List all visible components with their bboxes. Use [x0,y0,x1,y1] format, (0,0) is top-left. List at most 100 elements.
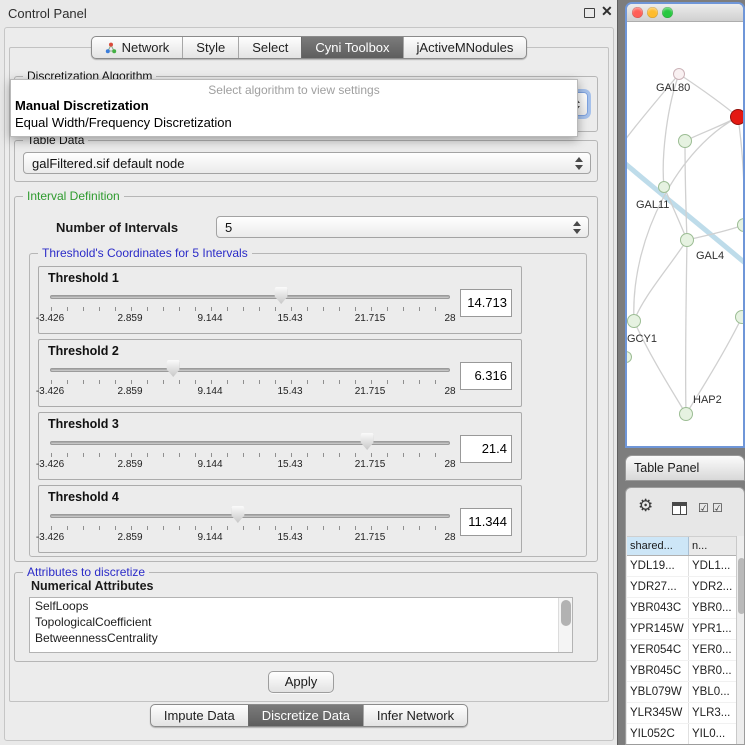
slider-thumb[interactable] [275,287,288,304]
list-item[interactable]: SelfLoops [30,598,572,614]
network-node[interactable] [679,407,693,421]
table-row[interactable]: YDR27...YDR2... [627,577,736,598]
combo-stepper-icon [572,157,586,170]
column-header-name[interactable]: n... [689,537,736,555]
slider-track[interactable] [50,514,450,518]
network-node[interactable] [627,314,641,328]
threshold-slider[interactable]: -3.4262.8599.14415.4321.71528 [48,432,452,474]
table-panel-titlebar[interactable]: Table Panel [625,455,745,481]
slider-track[interactable] [50,368,450,372]
select-all-checkbox-icon[interactable]: ☑ [698,501,709,515]
close-light-icon[interactable] [632,7,643,18]
attributes-scrollbar[interactable] [558,598,572,652]
combo-stepper-icon [570,221,584,234]
threshold-label: Threshold 3 [48,417,512,431]
table-row[interactable]: YBR043CYBR0... [627,598,736,619]
dropdown-placeholder: Select algorithm to view settings [11,80,577,97]
threshold-slider[interactable]: -3.4262.8599.14415.4321.71528 [48,359,452,401]
tab-select[interactable]: Select [238,37,301,58]
threshold-value-field[interactable]: 14.713 [460,289,512,317]
table-header-row: shared... n... [627,536,736,556]
network-node[interactable] [735,310,743,324]
network-node[interactable] [730,109,743,125]
tab-impute-data[interactable]: Impute Data [151,705,248,726]
list-item[interactable]: BetweennessCentrality [30,630,572,646]
zoom-light-icon[interactable] [662,7,673,18]
table-browser-window: ⚙ ☑ ☑ shared... n... YDL19...YDL1...YDR2… [625,487,745,745]
slider-track[interactable] [50,441,450,445]
list-item[interactable]: TopologicalCoefficient [30,614,572,630]
network-node-label: HAP2 [693,394,722,406]
network-node[interactable] [658,181,670,193]
slider-thumb[interactable] [167,360,180,377]
tab-cyni-toolbox[interactable]: Cyni Toolbox [301,37,402,58]
threshold-label: Threshold 4 [48,490,512,504]
close-window-icon[interactable]: ✕ [601,3,613,20]
table-row[interactable]: YDL19...YDL1... [627,556,736,577]
apply-button[interactable]: Apply [268,671,334,693]
tab-label: Discretize Data [262,708,350,723]
network-window-titlebar[interactable] [627,4,743,22]
algorithm-dropdown-popup: Select algorithm to view settings Manual… [10,79,578,137]
tab-discretize-data[interactable]: Discretize Data [248,705,363,726]
table-row[interactable]: YBL079WYBL0... [627,682,736,703]
network-canvas[interactable]: GAL80GAL11GAL4GCY1HAP2 [627,22,743,445]
tab-infer-network[interactable]: Infer Network [363,705,467,726]
slider-scale-labels: -3.4262.8599.14415.4321.71528 [50,313,450,325]
threshold-panel-1: Threshold 1 -3.4262.8599.14415.4321.7152… [38,266,522,334]
network-node[interactable] [680,233,694,247]
interval-definition-group: Interval Definition Number of Intervals … [14,196,598,562]
table-row[interactable]: YIL052CYIL0... [627,724,736,744]
tab-label: Impute Data [164,708,235,723]
dropdown-option-equal-width-frequency[interactable]: Equal Width/Frequency Discretization [11,114,577,131]
tab-jactivemnodules[interactable]: jActiveMNodules [403,37,527,58]
table-row[interactable]: YER054CYER0... [627,640,736,661]
tab-label: Network [122,40,170,55]
threshold-value-field[interactable]: 21.4 [460,435,512,463]
column-header-shared-name[interactable]: shared... [627,537,689,555]
slider-scale-labels: -3.4262.8599.14415.4321.71528 [50,532,450,544]
scrollbar-thumb[interactable] [561,600,571,626]
minimize-light-icon[interactable] [647,7,658,18]
slider-thumb[interactable] [231,506,244,523]
threshold-value-field[interactable]: 6.316 [460,362,512,390]
control-panel-window: Control Panel ✕ Discretization Algorithm… [0,0,618,745]
network-node[interactable] [678,134,692,148]
float-window-icon[interactable] [584,8,595,18]
gear-icon[interactable]: ⚙ [638,496,653,516]
table-data-combobox[interactable]: galFiltered.sif default node [23,152,591,174]
numerical-attributes-heading: Numerical Attributes [31,579,153,593]
bottom-tab-bar: Impute Data Discretize Data Infer Networ… [0,704,618,727]
scrollbar-thumb[interactable] [738,558,745,614]
columns-icon[interactable] [672,502,687,515]
table-row[interactable]: YPR145WYPR1... [627,619,736,640]
slider-ticks [51,380,451,384]
threshold-slider[interactable]: -3.4262.8599.14415.4321.71528 [48,505,452,547]
select-none-checkbox-icon[interactable]: ☑ [712,501,723,515]
threshold-panel-2: Threshold 2 -3.4262.8599.14415.4321.7152… [38,339,522,407]
dropdown-option-manual-discretization[interactable]: Manual Discretization [11,97,577,114]
attributes-group-title: Attributes to discretize [23,565,149,579]
numerical-attributes-list[interactable]: SelfLoopsTopologicalCoefficientBetweenne… [29,597,573,653]
network-node[interactable] [673,68,685,80]
table-scrollbar[interactable] [736,536,745,744]
threshold-label: Threshold 2 [48,344,512,358]
threshold-value-field[interactable]: 11.344 [460,508,512,536]
table-row[interactable]: YBR045CYBR0... [627,661,736,682]
traffic-lights [632,7,673,18]
tab-style[interactable]: Style [182,37,238,58]
threshold-slider[interactable]: -3.4262.8599.14415.4321.71528 [48,286,452,328]
window-title: Control Panel [8,6,87,21]
tab-network[interactable]: Network [92,37,183,58]
slider-thumb[interactable] [361,433,374,450]
tab-label: Style [196,40,225,55]
tab-label: Select [252,40,288,55]
slider-scale-labels: -3.4262.8599.14415.4321.71528 [50,386,450,398]
number-of-intervals-combobox[interactable]: 5 [216,216,589,238]
table-panel-title: Table Panel [634,461,699,475]
threshold-panel-3: Threshold 3 -3.4262.8599.14415.4321.7152… [38,412,522,480]
number-of-intervals-value: 5 [225,220,570,235]
slider-track[interactable] [50,295,450,299]
table-row[interactable]: YLR345WYLR3... [627,703,736,724]
attributes-group: Attributes to discretize Numerical Attri… [14,572,598,662]
